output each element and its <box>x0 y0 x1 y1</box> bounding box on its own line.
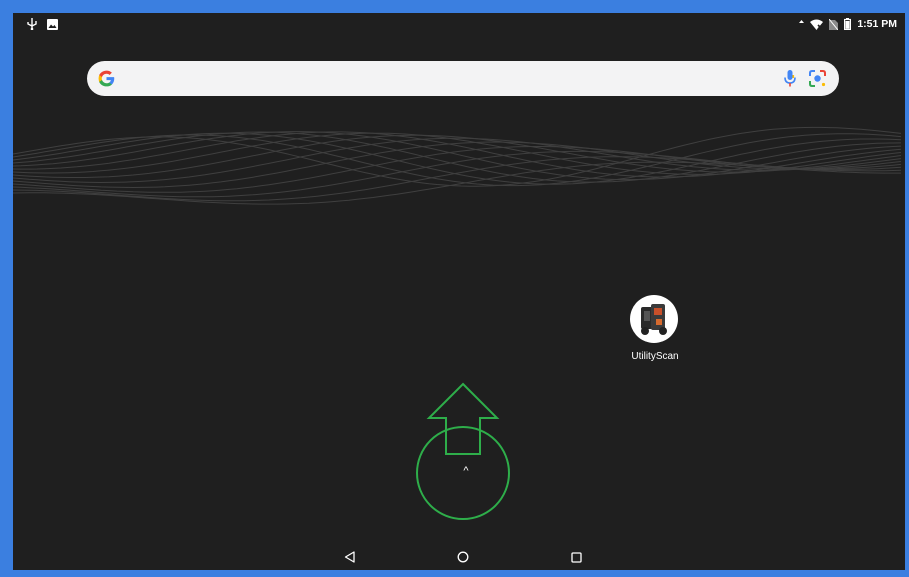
status-bar-left <box>27 17 58 31</box>
home-button[interactable] <box>451 547 475 567</box>
data-arrow-icon <box>799 20 805 23</box>
back-button[interactable] <box>337 547 361 567</box>
status-bar-right: 1:51 PM <box>799 17 897 31</box>
swipe-up-annotation <box>416 382 510 520</box>
mic-icon[interactable] <box>783 69 797 88</box>
status-time: 1:51 PM <box>857 18 897 30</box>
lens-icon[interactable] <box>808 69 827 88</box>
google-logo-icon <box>98 70 115 87</box>
home-icon <box>457 551 469 563</box>
app-drawer-handle[interactable]: ^ <box>460 466 472 477</box>
app-utilityscan[interactable]: UtilityScan <box>625 295 685 371</box>
google-search-bar[interactable] <box>87 61 839 96</box>
usb-icon <box>27 18 37 30</box>
recents-icon <box>570 551 582 563</box>
battery-icon <box>844 18 852 30</box>
image-icon <box>47 18 58 30</box>
app-label: UtilityScan <box>631 351 679 362</box>
back-icon <box>344 551 355 563</box>
recents-button[interactable] <box>564 547 588 567</box>
wifi-icon <box>810 19 824 30</box>
no-sim-icon <box>829 18 839 30</box>
utilityscan-app-icon <box>630 295 678 343</box>
home-screen: 1:51 PM UtilityScan ^ <box>13 13 905 573</box>
